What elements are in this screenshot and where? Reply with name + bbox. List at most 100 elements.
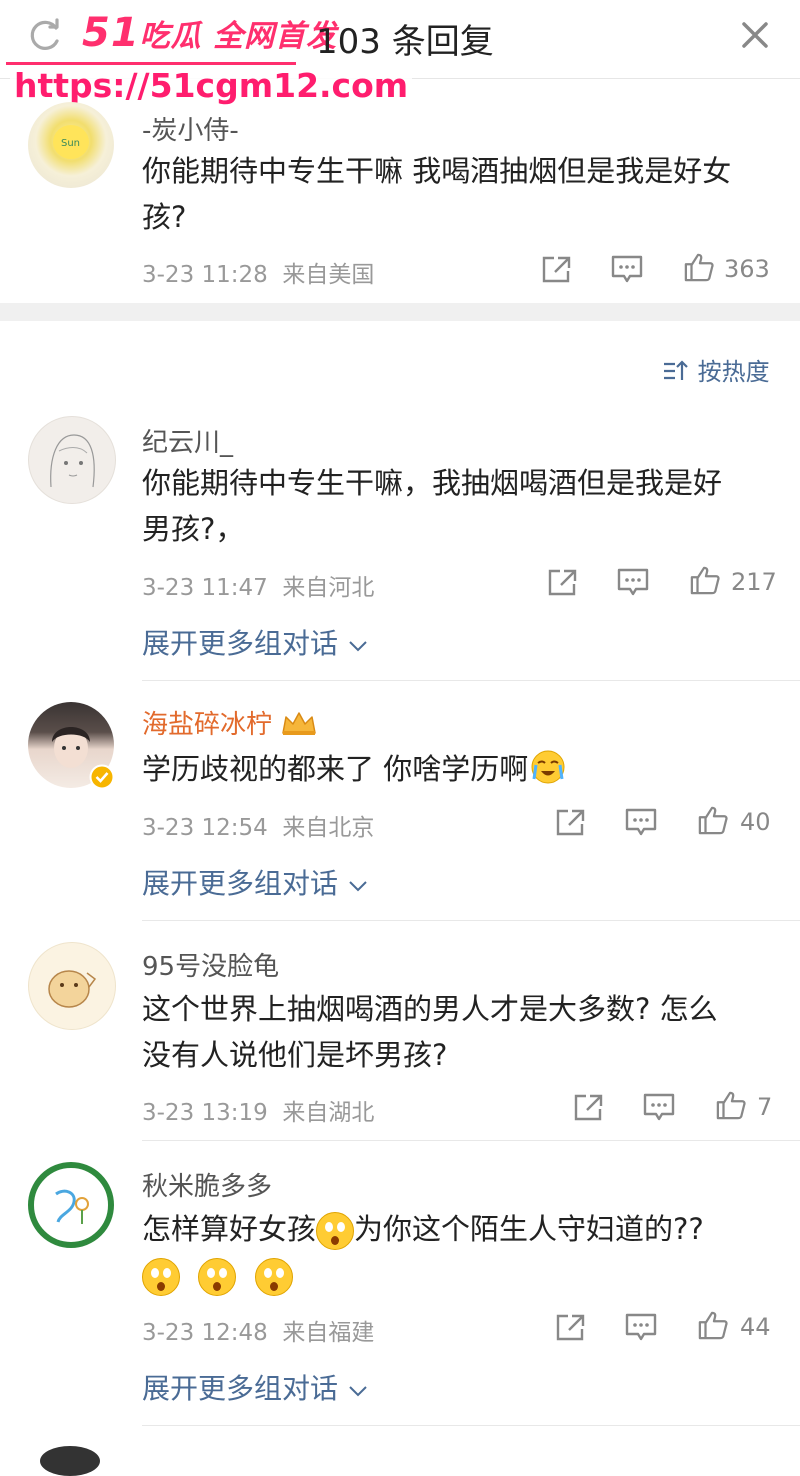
watermark-underline: [6, 62, 296, 65]
like-icon[interactable]: [688, 565, 722, 595]
comment-text-line: 你能期待中专生干嘛，我抽烟喝酒但是我是好: [142, 466, 723, 500]
avatar[interactable]: [40, 1446, 100, 1476]
chevron-down-icon: [349, 881, 367, 892]
comment-text-line: 这个世界上抽烟喝酒的男人才是大多数? 怎么: [142, 992, 718, 1026]
avatar[interactable]: [28, 416, 116, 504]
share-icon[interactable]: [572, 1092, 606, 1122]
comment-icon[interactable]: [616, 567, 650, 597]
avatar-art-icon: Sun: [53, 125, 89, 159]
divider: [142, 1140, 800, 1141]
timestamp: 3-23 12:54: [142, 815, 268, 841]
watermark-brand-num: 51: [82, 10, 140, 56]
like-count: 217: [731, 568, 777, 596]
svg-text:Sun: Sun: [61, 138, 80, 149]
close-icon[interactable]: [736, 16, 774, 54]
avatar[interactable]: Sun: [28, 102, 114, 188]
comment-icon[interactable]: [624, 1312, 658, 1342]
timestamp: 3-23 11:28: [142, 262, 268, 288]
comment-icon[interactable]: [624, 807, 658, 837]
username-text: 海盐碎冰柠: [142, 710, 273, 740]
location: 来自北京: [282, 815, 375, 841]
comment-icon[interactable]: [610, 254, 644, 284]
surprised-emoji-icon: [198, 1258, 237, 1296]
verified-icon: [89, 764, 115, 790]
surprised-emoji-icon: [254, 1258, 293, 1296]
username[interactable]: -炭小侍-: [142, 110, 239, 147]
like-icon[interactable]: [714, 1090, 748, 1120]
refresh-icon[interactable]: [26, 16, 64, 54]
comment-meta: 3-23 11:47 来自河北: [142, 568, 374, 602]
comment-text-segment: 为你这个陌生人守妇道的??: [354, 1212, 704, 1246]
comment-text-line: 男孩?，: [142, 512, 245, 546]
comment-meta: 3-23 12:48 来自福建: [142, 1313, 374, 1347]
location: 来自福建: [282, 1320, 375, 1346]
expand-label: 展开更多组对话: [142, 1372, 339, 1405]
comment-text-line: 学历歧视的都来了 你啥学历啊: [142, 746, 772, 792]
comment-text-line: 怎样算好女孩 为你这个陌生人守妇道的??: [142, 1206, 772, 1252]
watermark-brand-text: 吃瓜 全网首发: [139, 19, 338, 54]
share-icon[interactable]: [554, 1312, 588, 1342]
divider: [142, 680, 800, 681]
comment-text: 你能期待中专生干嘛 我喝酒抽烟但是我是好女 孩?: [142, 148, 772, 240]
avatar-cartoon-icon: [48, 970, 97, 1008]
like-icon[interactable]: [682, 252, 716, 282]
like-count: 7: [757, 1093, 773, 1121]
comment-text-line: 你能期待中专生干嘛 我喝酒抽烟但是我是好女: [142, 154, 732, 188]
chevron-down-icon: [349, 641, 367, 652]
comment-text-line: [142, 1252, 772, 1298]
share-icon[interactable]: [540, 254, 574, 284]
like-icon[interactable]: [696, 805, 730, 835]
watermark-brand: 51吃瓜 全网首发: [82, 10, 337, 56]
watermark-url: https://51cgm12.com: [10, 66, 413, 105]
divider: [142, 1425, 800, 1426]
crying-emoji-icon: [531, 750, 565, 784]
comment-text: 这个世界上抽烟喝酒的男人才是大多数? 怎么 没有人说他们是坏男孩?: [142, 986, 772, 1078]
sort-icon: [664, 360, 688, 380]
comment-text: 怎样算好女孩 为你这个陌生人守妇道的??: [142, 1206, 772, 1298]
surprised-emoji-icon: [142, 1258, 180, 1296]
share-icon[interactable]: [546, 567, 580, 597]
timestamp: 3-23 11:47: [142, 575, 268, 601]
comment-icon[interactable]: [642, 1092, 676, 1122]
comment-text: 你能期待中专生干嘛，我抽烟喝酒但是我是好 男孩?，: [142, 460, 772, 552]
surprised-emoji-icon: [316, 1212, 355, 1250]
sort-label: 按热度: [697, 358, 770, 386]
like-count: 363: [724, 255, 770, 283]
page-title: 103 条回复: [316, 22, 494, 62]
location: 来自美国: [282, 262, 375, 288]
like-count: 40: [740, 808, 771, 836]
sort-toggle[interactable]: 按热度: [662, 352, 770, 387]
like-count: 44: [740, 1313, 771, 1341]
timestamp: 3-23 13:19: [142, 1100, 268, 1126]
expand-conversation-link[interactable]: 展开更多组对话: [142, 622, 369, 662]
expand-label: 展开更多组对话: [142, 867, 339, 900]
comment-text-segment: 怎样算好女孩: [142, 1212, 317, 1246]
like-icon[interactable]: [696, 1310, 730, 1340]
timestamp: 3-23 12:48: [142, 1320, 268, 1346]
share-icon[interactable]: [554, 807, 588, 837]
comment-text-line: 孩?: [142, 200, 187, 234]
chevron-down-icon: [349, 1386, 367, 1397]
username[interactable]: 海盐碎冰柠: [142, 704, 318, 741]
username[interactable]: 秋米脆多多: [142, 1166, 272, 1203]
avatar[interactable]: [28, 942, 116, 1030]
divider: [142, 920, 800, 921]
comment-meta: 3-23 12:54 来自北京: [142, 808, 374, 842]
comment-text-segment: 学历歧视的都来了 你啥学历啊: [142, 752, 529, 786]
expand-conversation-link[interactable]: 展开更多组对话: [142, 862, 369, 902]
username[interactable]: 纪云川_: [142, 422, 233, 459]
username[interactable]: 95号没脸龟: [142, 946, 279, 983]
expand-conversation-link[interactable]: 展开更多组对话: [142, 1367, 369, 1407]
avatar-doodle-icon: [55, 1189, 89, 1224]
location: 来自湖北: [282, 1100, 375, 1126]
comment-meta: 3-23 11:28 来自美国: [142, 255, 374, 289]
avatar-sketch-icon: [50, 434, 95, 488]
comment-text: 学历歧视的都来了 你啥学历啊: [142, 746, 772, 792]
crown-icon: [282, 712, 317, 735]
expand-label: 展开更多组对话: [142, 627, 339, 660]
comment-text-line: 没有人说他们是坏男孩?: [142, 1038, 448, 1072]
comment-meta: 3-23 13:19 来自湖北: [142, 1093, 374, 1127]
location: 来自河北: [282, 575, 375, 601]
section-gap: [0, 303, 800, 321]
avatar[interactable]: [28, 1162, 114, 1248]
